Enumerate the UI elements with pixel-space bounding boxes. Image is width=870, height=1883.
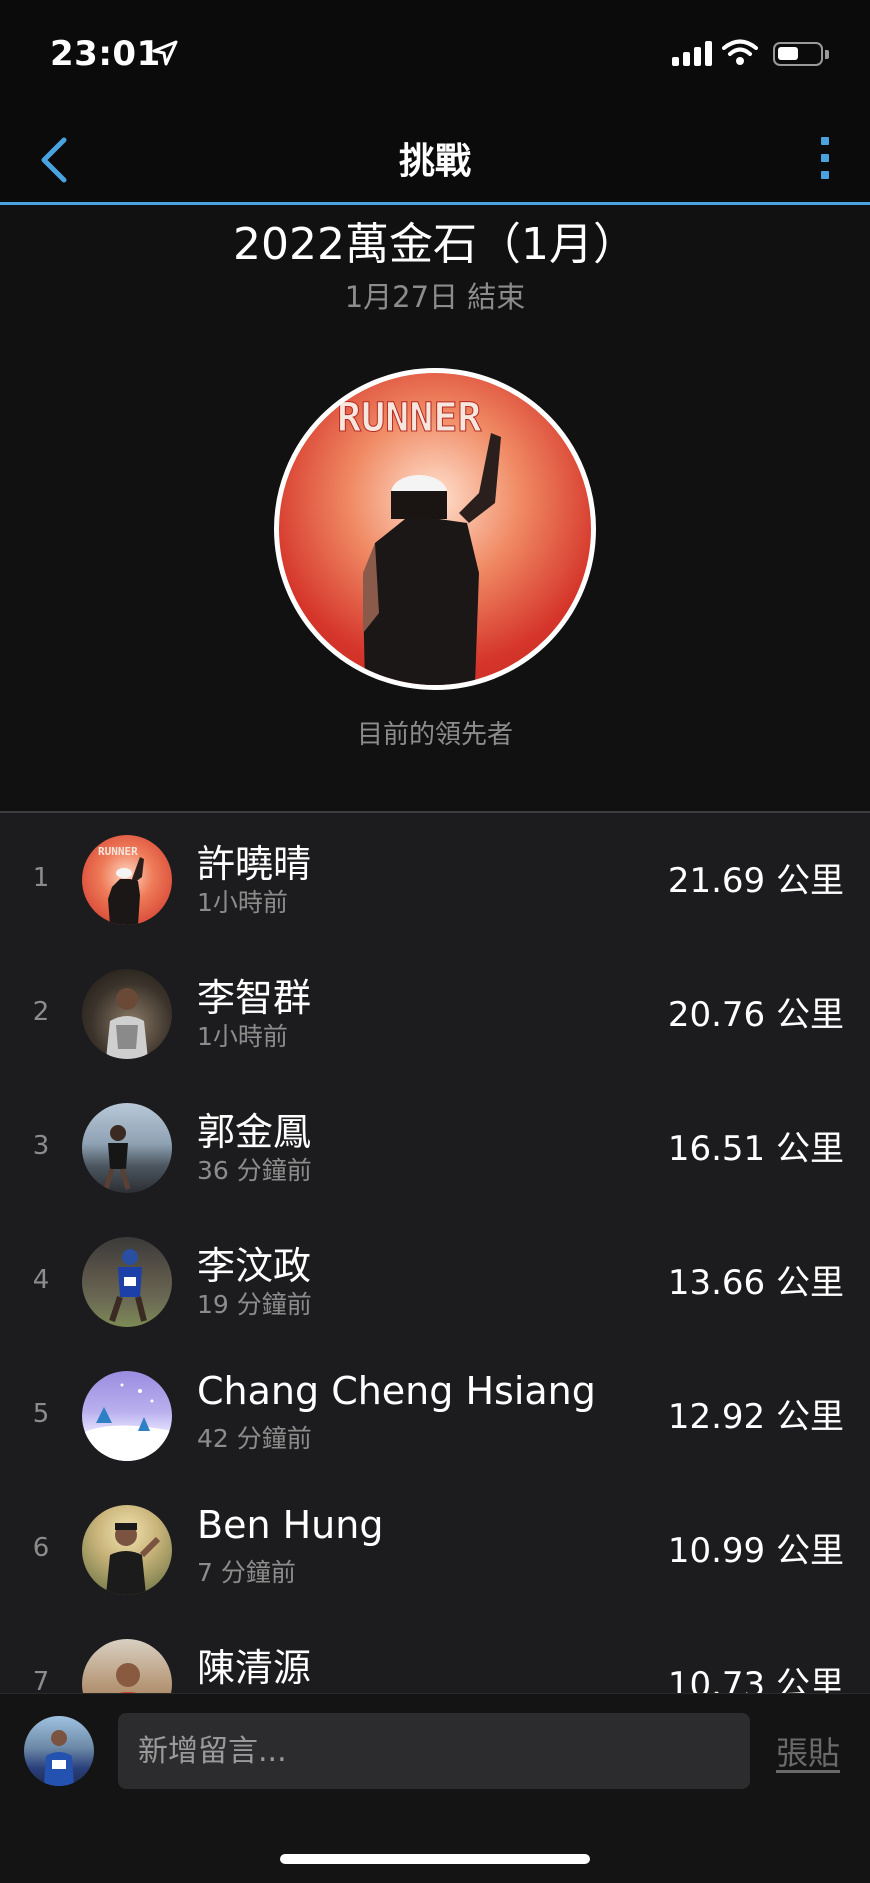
activity-time: 19 分鐘前: [197, 1290, 312, 1319]
challenge-title: 2022萬金石（1月）: [233, 219, 637, 270]
runner-avatar-text: RUNNER: [98, 845, 138, 858]
activity-time: 42 分鐘前: [197, 1424, 312, 1453]
person-photo-icon: [106, 988, 148, 1059]
avatar[interactable]: [82, 1505, 172, 1595]
avatar[interactable]: [82, 1639, 172, 1693]
avatar[interactable]: [82, 1371, 172, 1461]
distance: 10.99 公里: [667, 1531, 844, 1571]
runner-avatar-icon: RUNNER: [98, 845, 144, 925]
leader-avatar[interactable]: RUNNER: [274, 368, 596, 690]
leaderboard-row[interactable]: 2 李智群 1小時前 20.76 公里: [0, 947, 870, 1081]
rank-number: 2: [32, 997, 50, 1027]
winter-scene-icon: [82, 1383, 172, 1461]
rank-number: 1: [32, 863, 50, 893]
leaderboard-row[interactable]: 3 郭金鳳 36 分鐘前 16.51 公里: [0, 1081, 870, 1215]
leaderboard-row[interactable]: 1 RUNNER 許曉晴 1小時前 21.69 公里: [0, 813, 870, 947]
runner-logo-text: RUNNER: [337, 395, 482, 441]
navigation-bar: 挑戰: [0, 110, 870, 205]
my-avatar[interactable]: [24, 1716, 94, 1786]
post-comment-button[interactable]: 張貼: [776, 1728, 840, 1774]
home-indicator[interactable]: [280, 1854, 590, 1864]
page-title: 挑戰: [398, 141, 471, 182]
leaderboard-row[interactable]: 5 Chang Cheng Hsiang 42 分鐘前 12.92 公里: [0, 1349, 870, 1483]
avatar[interactable]: [82, 1237, 172, 1327]
activity-time: 7 分鐘前: [197, 1558, 296, 1587]
activity-time: 1小時前: [197, 1022, 288, 1051]
cell-signal-icon: [672, 40, 712, 66]
battery-icon: [773, 42, 829, 66]
leaderboard-list[interactable]: 1 RUNNER 許曉晴 1小時前 21.69 公里 2 李智群 1小時前 20…: [0, 813, 870, 1693]
avatar[interactable]: RUNNER: [82, 835, 172, 925]
athlete-name: 陳清源: [197, 1646, 312, 1690]
leaderboard-row[interactable]: 4 李汶政 19 分鐘前 13.66 公里: [0, 1215, 870, 1349]
location-arrow-icon: [152, 40, 178, 66]
rank-number: 5: [32, 1399, 50, 1429]
rank-number: 4: [32, 1265, 50, 1295]
leaderboard-row[interactable]: 7 陳清源 10.73 公里: [0, 1617, 870, 1693]
rank-number: 6: [32, 1533, 50, 1563]
more-dot-icon: [821, 171, 829, 179]
person-photo-icon: [106, 1523, 161, 1595]
leaderboard-row[interactable]: 6 Ben Hung 7 分鐘前 10.99 公里: [0, 1483, 870, 1617]
avatar[interactable]: [82, 969, 172, 1059]
activity-time: 36 分鐘前: [197, 1156, 312, 1185]
distance: 12.92 公里: [667, 1397, 844, 1437]
distance: 20.76 公里: [667, 995, 844, 1035]
distance: 21.69 公里: [667, 861, 844, 901]
distance: 13.66 公里: [667, 1263, 844, 1303]
runner-logo-icon: RUNNER: [337, 395, 501, 685]
athlete-name: 郭金鳳: [197, 1110, 312, 1154]
athlete-name: 李汶政: [197, 1244, 312, 1288]
more-dot-icon: [821, 154, 829, 162]
athlete-name: Ben Hung: [197, 1503, 384, 1547]
more-dot-icon: [821, 137, 829, 145]
rank-number: 3: [32, 1131, 50, 1161]
comment-input[interactable]: [118, 1713, 750, 1789]
distance: 16.51 公里: [667, 1129, 844, 1169]
leader-caption: 目前的領先者: [356, 720, 513, 750]
status-bar: 23:01: [0, 0, 870, 110]
athlete-name: 李智群: [197, 976, 312, 1020]
person-photo-icon: [116, 1663, 140, 1693]
challenge-header: 2022萬金石（1月） 1月27日 結束 RUNNER 目前的領先者: [0, 208, 870, 812]
person-photo-icon: [103, 1125, 131, 1190]
comment-bar: 張貼: [0, 1693, 870, 1883]
athlete-name: 許曉晴: [197, 842, 312, 886]
challenge-end-date: 1月27日 結束: [344, 280, 526, 314]
person-photo-icon: [109, 1249, 147, 1322]
avatar[interactable]: [82, 1103, 172, 1193]
person-photo-icon: [44, 1730, 74, 1786]
activity-time: 1小時前: [197, 888, 288, 917]
distance: 10.73 公里: [667, 1665, 844, 1693]
status-time: 23:01: [50, 34, 161, 74]
more-options-button[interactable]: [800, 128, 850, 188]
rank-number: 7: [32, 1667, 50, 1693]
athlete-name: Chang Cheng Hsiang: [197, 1369, 596, 1413]
wifi-icon: [722, 39, 758, 65]
